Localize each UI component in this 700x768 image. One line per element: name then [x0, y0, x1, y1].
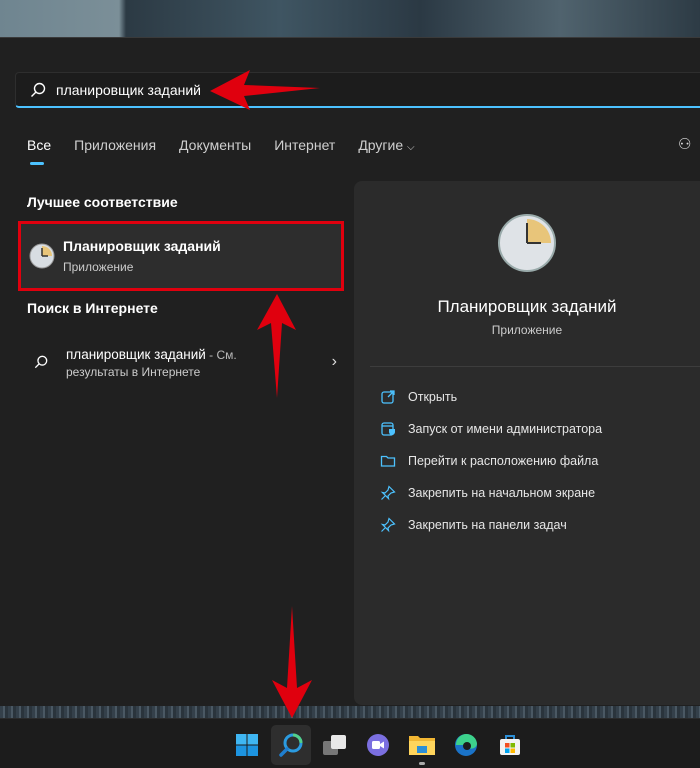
best-match-subtitle: Приложение — [63, 260, 134, 274]
filter-tabs: Все Приложения Документы Интернет Другие… — [27, 137, 415, 165]
action-label: Открыть — [408, 390, 458, 404]
pin-icon — [380, 517, 396, 533]
action-label: Запуск от имени администратора — [408, 422, 603, 436]
web-search-heading: Поиск в Интернете — [27, 300, 158, 316]
action-label: Закрепить на панели задач — [408, 518, 567, 532]
search-input[interactable] — [56, 81, 456, 98]
search-icon — [34, 355, 48, 369]
tab-apps[interactable]: Приложения — [74, 137, 156, 153]
action-run-as-admin[interactable]: Запуск от имени администратора — [380, 421, 602, 437]
best-match-title: Планировщик заданий — [63, 238, 221, 254]
details-subtitle: Приложение — [491, 323, 563, 337]
folder-icon — [380, 455, 396, 467]
details-title: Планировщик заданий — [437, 297, 617, 316]
action-pin-taskbar[interactable]: Закрепить на панели задач — [380, 517, 567, 533]
action-label: Перейти к расположению файла — [408, 454, 599, 468]
open-external-icon — [381, 390, 395, 404]
web-search-item[interactable]: планировщик заданий - См. результаты в Ин… — [27, 340, 337, 384]
task-view-icon[interactable] — [315, 725, 355, 765]
chat-icon[interactable] — [358, 725, 398, 765]
chevron-right-icon: › — [331, 353, 337, 370]
account-switch-icon[interactable]: ⚇ — [678, 135, 691, 153]
running-indicator — [419, 762, 425, 765]
divider — [370, 366, 700, 367]
web-line2: результаты в Интернете — [66, 365, 201, 379]
store-icon[interactable] — [490, 725, 530, 765]
start-icon[interactable] — [227, 725, 267, 765]
web-suffix: - См. — [205, 348, 237, 362]
tab-other-label: Другие — [358, 137, 404, 153]
tab-internet[interactable]: Интернет — [274, 137, 335, 153]
clock-icon — [29, 243, 55, 269]
action-open-file-location[interactable]: Перейти к расположению файла — [380, 453, 598, 469]
details-pane: Планировщик заданий Приложение Открыть З… — [354, 181, 700, 705]
search-icon — [31, 82, 46, 97]
best-match-heading: Лучшее соответствие — [27, 194, 178, 210]
tab-other[interactable]: Другие ⌵ — [358, 137, 414, 153]
tab-all[interactable]: Все — [27, 137, 51, 165]
wallpaper — [0, 0, 700, 37]
pin-icon — [380, 485, 396, 501]
taskbar — [0, 718, 700, 768]
clock-icon — [498, 214, 556, 272]
wallpaper-strip — [0, 706, 700, 718]
action-open[interactable]: Открыть — [380, 389, 457, 405]
file-explorer-icon[interactable] — [402, 725, 442, 765]
chevron-down-icon: ⌵ — [407, 142, 415, 153]
edge-icon[interactable] — [446, 725, 486, 765]
tab-documents[interactable]: Документы — [179, 137, 251, 153]
admin-shield-icon — [381, 422, 395, 436]
action-label: Закрепить на начальном экране — [408, 486, 596, 500]
web-query: планировщик заданий — [66, 347, 206, 362]
best-match-item[interactable]: Планировщик заданий Приложение — [18, 221, 344, 291]
action-pin-start[interactable]: Закрепить на начальном экране — [380, 485, 595, 501]
search-box[interactable] — [15, 72, 700, 108]
search-icon[interactable] — [271, 725, 311, 765]
